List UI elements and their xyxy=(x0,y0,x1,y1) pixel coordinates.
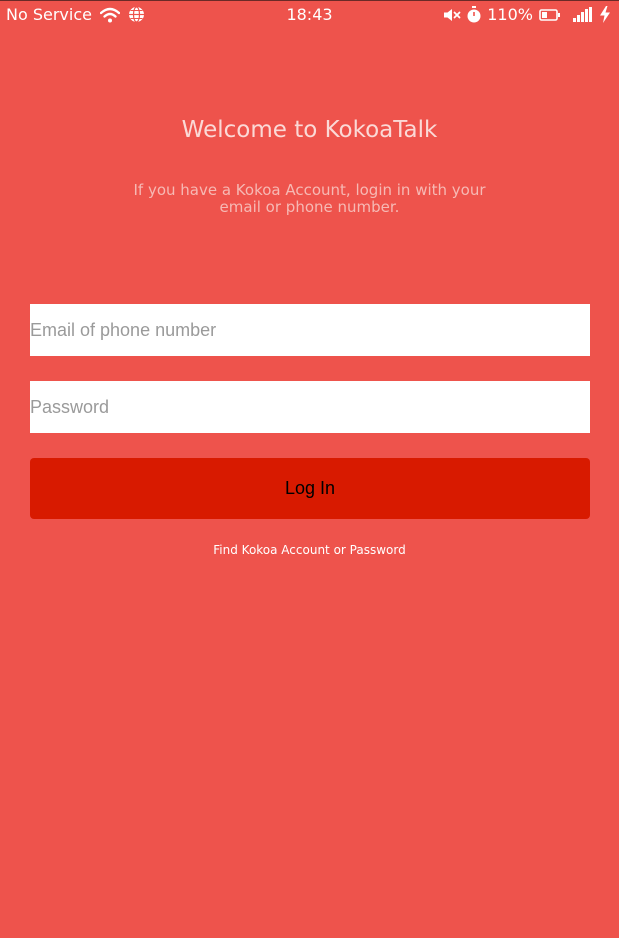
mute-icon xyxy=(443,8,461,22)
signal-icon xyxy=(573,7,593,22)
login-instructions: If you have a Kokoa Account, login in wi… xyxy=(133,181,486,216)
email-field[interactable] xyxy=(30,304,590,356)
login-button[interactable]: Log In xyxy=(30,458,590,519)
find-account-link[interactable]: Find Kokoa Account or Password xyxy=(0,543,619,557)
stopwatch-icon xyxy=(467,6,481,23)
battery-icon xyxy=(539,8,561,21)
charging-bolt-icon xyxy=(599,6,611,23)
status-bar-right: 110% xyxy=(443,5,611,24)
battery-percent: 110% xyxy=(487,5,533,24)
page-title: Welcome to KokoaTalk xyxy=(181,117,438,143)
password-field[interactable] xyxy=(30,381,590,433)
status-bar: No Service 18:43 110% xyxy=(0,1,619,29)
